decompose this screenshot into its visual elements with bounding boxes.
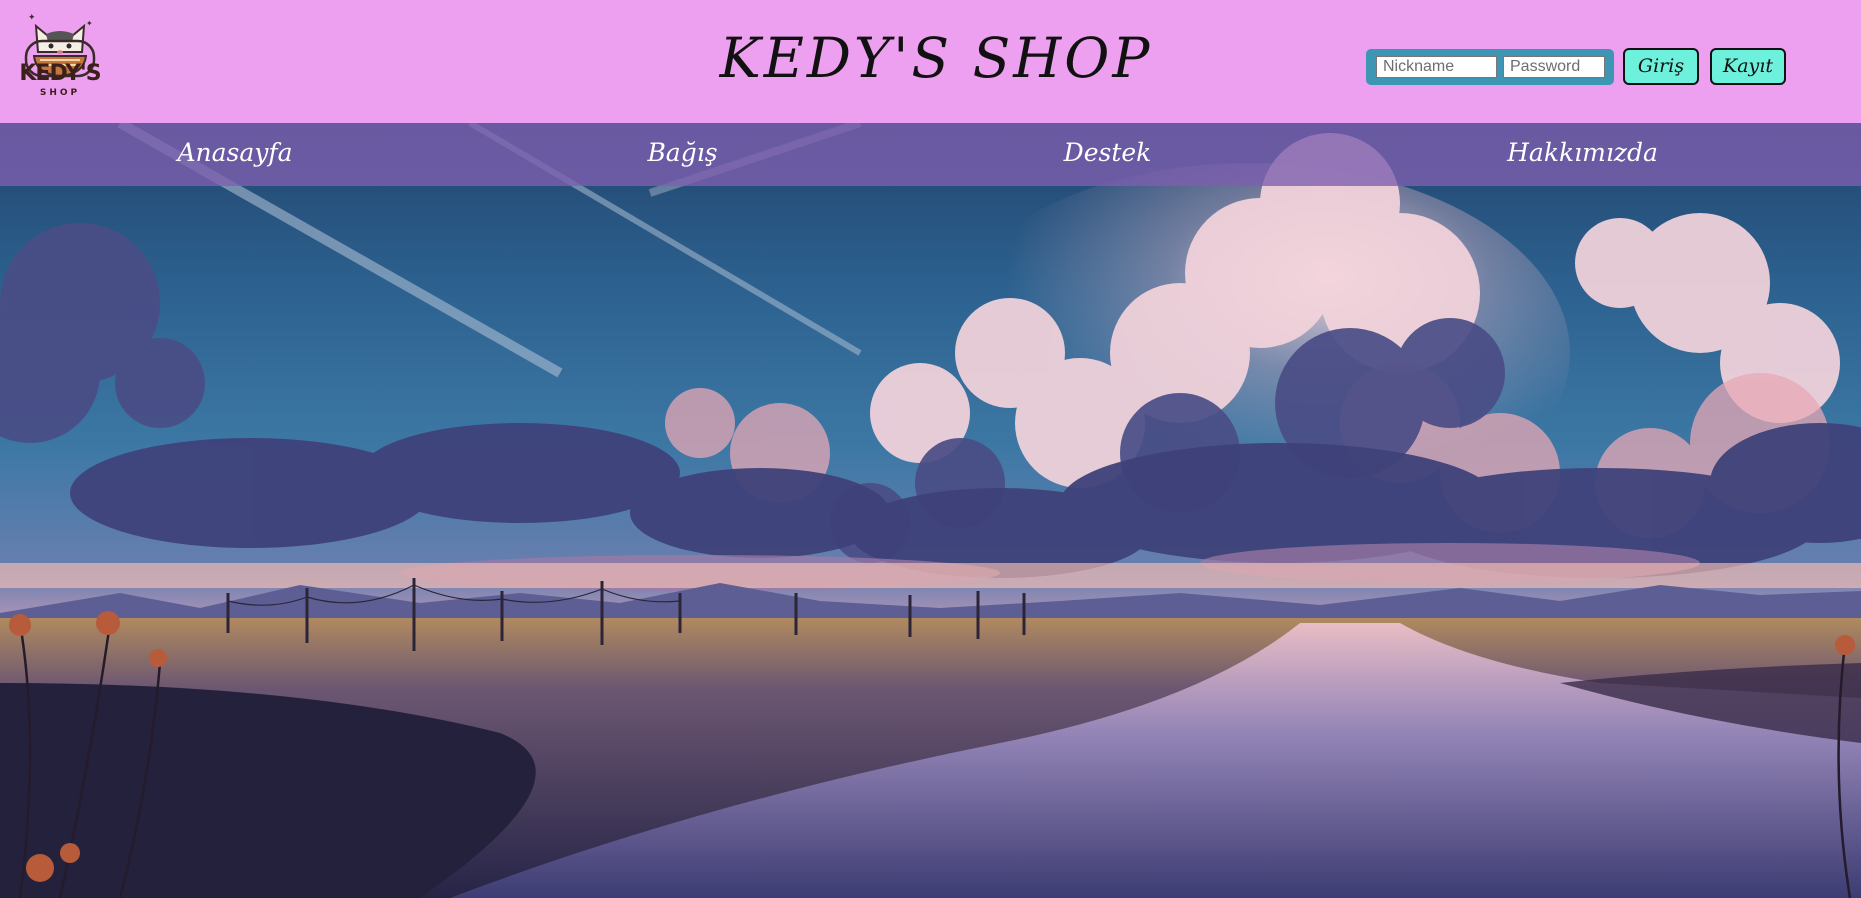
nav-item-support[interactable]: Destek: [1025, 137, 1190, 169]
login-form: [1366, 49, 1614, 85]
svg-text:✦: ✦: [28, 13, 36, 23]
login-button[interactable]: Giriş: [1623, 48, 1699, 85]
nav-item-donate[interactable]: Bağış: [600, 137, 765, 169]
password-input[interactable]: [1503, 56, 1605, 78]
nickname-input[interactable]: [1376, 56, 1497, 78]
main-nav: Anasayfa Bağış Destek Hakkımızda: [0, 123, 1861, 186]
hero-background-image: [0, 123, 1861, 898]
nav-item-home[interactable]: Anasayfa: [150, 137, 320, 169]
site-header: ✦ ✦ KEDY'S SHOP KEDY'S SHOP Giriş Kayıt: [0, 0, 1861, 123]
svg-text:✦: ✦: [86, 19, 93, 28]
logo-sub-text: SHOP: [39, 88, 81, 98]
nav-item-about[interactable]: Hakkımızda: [1480, 137, 1685, 169]
register-button[interactable]: Kayıt: [1710, 48, 1786, 85]
